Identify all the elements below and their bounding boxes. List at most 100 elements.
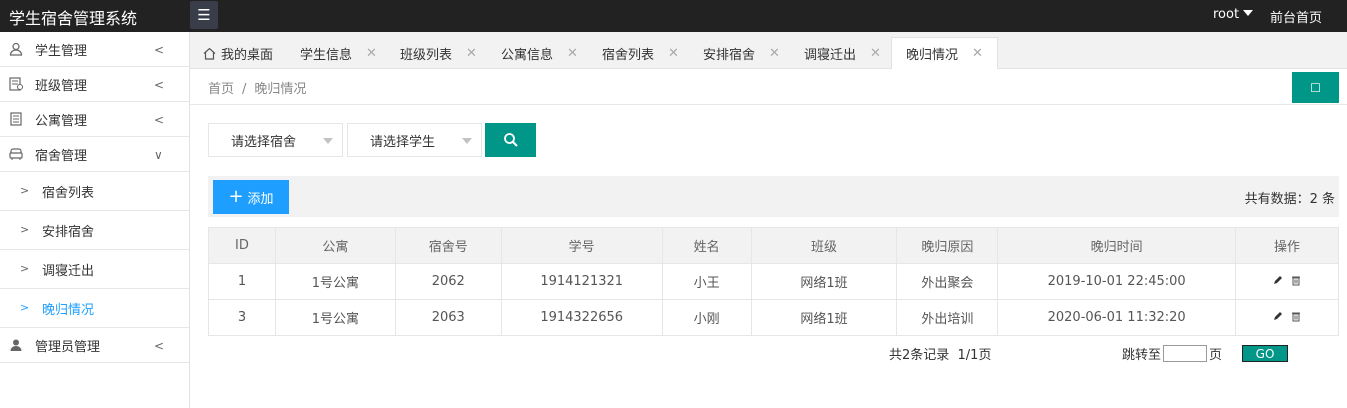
chevron-right-icon: > <box>20 301 30 314</box>
chevron-left-icon: < <box>154 339 165 353</box>
chevron-left-icon: < <box>154 78 165 92</box>
column-header: 宿舍号 <box>394 227 502 264</box>
tab-label: 我的桌面 <box>221 47 274 63</box>
trash-icon[interactable] <box>1291 311 1301 322</box>
tab-apartment-info[interactable]: 公寓信息 ✕ <box>501 37 578 69</box>
chevron-down-icon: ∨ <box>154 148 163 162</box>
cell-actions <box>1235 299 1339 336</box>
cell-time: 2019-10-01 22:45:00 <box>997 263 1237 300</box>
column-header: ID <box>208 227 276 264</box>
dorm-select[interactable]: 请选择宿舍 <box>208 123 343 157</box>
close-icon[interactable]: ✕ <box>567 46 578 61</box>
admin-icon <box>10 339 22 351</box>
user-icon <box>9 42 23 56</box>
edit-icon[interactable] <box>1273 275 1283 285</box>
cell-time: 2020-06-01 11:32:20 <box>997 299 1237 336</box>
tab-label: 宿舍列表 <box>602 47 655 63</box>
sidebar-subitem-label: 宿舍列表 <box>42 185 95 201</box>
tab-label: 班级列表 <box>400 47 453 63</box>
sidebar-item-admin[interactable]: 管理员管理 < <box>0 328 189 363</box>
close-icon[interactable]: ✕ <box>870 46 881 61</box>
close-icon[interactable]: ✕ <box>769 46 780 61</box>
tab-desktop[interactable]: 我的桌面 <box>203 37 273 69</box>
sidebar-subitem-dorm-list[interactable]: > 宿舍列表 <box>0 172 189 211</box>
top-bar: 学生宿舍管理系统 ☰ root 前台首页 <box>0 0 1347 32</box>
refresh-button[interactable]: ☐ <box>1292 72 1339 103</box>
dorm-select-value: 请选择宿舍 <box>231 134 297 150</box>
tab-student-info[interactable]: 学生信息 ✕ <box>300 37 377 69</box>
sidebar-item-label: 班级管理 <box>35 78 88 94</box>
page-unit-label: 页 <box>1209 348 1223 363</box>
student-select[interactable]: 请选择学生 <box>347 123 482 157</box>
go-button[interactable]: GO <box>1242 345 1289 362</box>
edit-icon[interactable] <box>1273 311 1283 321</box>
close-icon[interactable]: ✕ <box>366 46 377 61</box>
breadcrumb-separator: / <box>242 82 247 97</box>
plus-icon: + <box>228 186 244 207</box>
cell-student-no: 1914121321 <box>500 263 663 300</box>
tab-dorm-list[interactable]: 宿舍列表 ✕ <box>602 37 679 69</box>
trash-icon[interactable] <box>1291 275 1301 286</box>
sidebar-subitem-arrange-dorm[interactable]: > 安排宿舍 <box>0 211 189 250</box>
sidebar-item-class[interactable]: 班级管理 < <box>0 67 189 102</box>
chevron-left-icon: < <box>154 43 165 57</box>
search-button[interactable] <box>485 123 536 157</box>
breadcrumb-home[interactable]: 首页 <box>208 82 234 97</box>
breadcrumb-current: 晚归情况 <box>254 82 307 97</box>
close-icon[interactable]: ✕ <box>668 46 679 61</box>
tab-late-return[interactable]: 晚归情况 ✕ <box>891 37 998 69</box>
toolbar: + 添加 共有数据：2 条 <box>208 176 1339 217</box>
chevron-right-icon: > <box>20 262 30 275</box>
sidebar-subitem-label: 调寝迁出 <box>42 263 95 279</box>
tab-transfer[interactable]: 调寝迁出 ✕ <box>804 37 881 69</box>
close-icon[interactable]: ✕ <box>466 46 477 61</box>
late-return-table: ID 公寓 宿舍号 学号 姓名 班级 晚归原因 晚归时间 操作 1 1号公寓 2… <box>208 227 1339 336</box>
jump-label: 跳转至 <box>1122 348 1162 363</box>
sidebar-item-label: 学生管理 <box>35 43 88 59</box>
user-menu[interactable]: root <box>1213 7 1254 22</box>
tab-arrange-dorm[interactable]: 安排宿舍 ✕ <box>703 37 780 69</box>
cell-id: 3 <box>208 299 276 336</box>
sidebar-item-label: 宿舍管理 <box>35 148 88 164</box>
sidebar-item-apartment[interactable]: 公寓管理 < <box>0 102 189 137</box>
app-title: 学生宿舍管理系统 <box>9 9 138 28</box>
sofa-icon <box>9 148 23 160</box>
tab-bar: 我的桌面 学生信息 ✕ 班级列表 ✕ 公寓信息 ✕ 宿舍列表 ✕ 安排宿舍 ✕ 调寝迁出 ✕… <box>190 32 1347 69</box>
class-icon <box>9 77 23 91</box>
search-icon <box>503 133 518 147</box>
close-icon[interactable]: ✕ <box>972 46 983 61</box>
cell-actions <box>1235 263 1339 300</box>
cell-reason: 外出聚会 <box>896 263 999 300</box>
add-button[interactable]: + 添加 <box>213 180 289 214</box>
cell-dorm: 2063 <box>394 299 502 336</box>
sidebar-subitem-transfer[interactable]: > 调寝迁出 <box>0 250 189 289</box>
chevron-right-icon: > <box>20 223 30 236</box>
sidebar-item-student[interactable]: 学生管理 < <box>0 32 189 67</box>
column-header: 操作 <box>1235 227 1339 264</box>
hamburger-icon: ☰ <box>197 6 211 24</box>
column-header: 晚归原因 <box>896 227 999 264</box>
chevron-left-icon: < <box>154 113 165 127</box>
cell-id: 1 <box>208 263 276 300</box>
sidebar-item-dorm[interactable]: 宿舍管理 ∨ <box>0 137 189 172</box>
tab-label: 学生信息 <box>300 47 353 63</box>
home-icon <box>203 47 216 60</box>
column-header: 公寓 <box>274 227 396 264</box>
cell-dorm: 2062 <box>394 263 502 300</box>
cell-name: 小刚 <box>661 299 752 336</box>
cell-name: 小王 <box>661 263 752 300</box>
tab-label: 晚归情况 <box>906 48 959 63</box>
sidebar-subitem-late-return[interactable]: > 晚归情况 <box>0 289 189 328</box>
sidebar: 学生管理 < 班级管理 < 公寓管理 < 宿舍管理 ∨ > 宿舍列表 > 安排宿… <box>0 32 190 408</box>
caret-down-icon <box>323 138 333 144</box>
tab-class-list[interactable]: 班级列表 ✕ <box>400 37 477 69</box>
jump-page-input[interactable] <box>1163 345 1208 362</box>
table-header-row: ID 公寓 宿舍号 学号 姓名 班级 晚归原因 晚归时间 操作 <box>208 227 1339 264</box>
menu-toggle-button[interactable]: ☰ <box>190 1 218 29</box>
cell-class: 网络1班 <box>750 299 898 336</box>
student-select-value: 请选择学生 <box>370 134 436 150</box>
front-home-link[interactable]: 前台首页 <box>1270 7 1322 26</box>
table-row: 1 1号公寓 2062 1914121321 小王 网络1班 外出聚会 2019… <box>208 263 1339 300</box>
chevron-right-icon: > <box>20 184 30 197</box>
building-icon <box>10 112 22 126</box>
